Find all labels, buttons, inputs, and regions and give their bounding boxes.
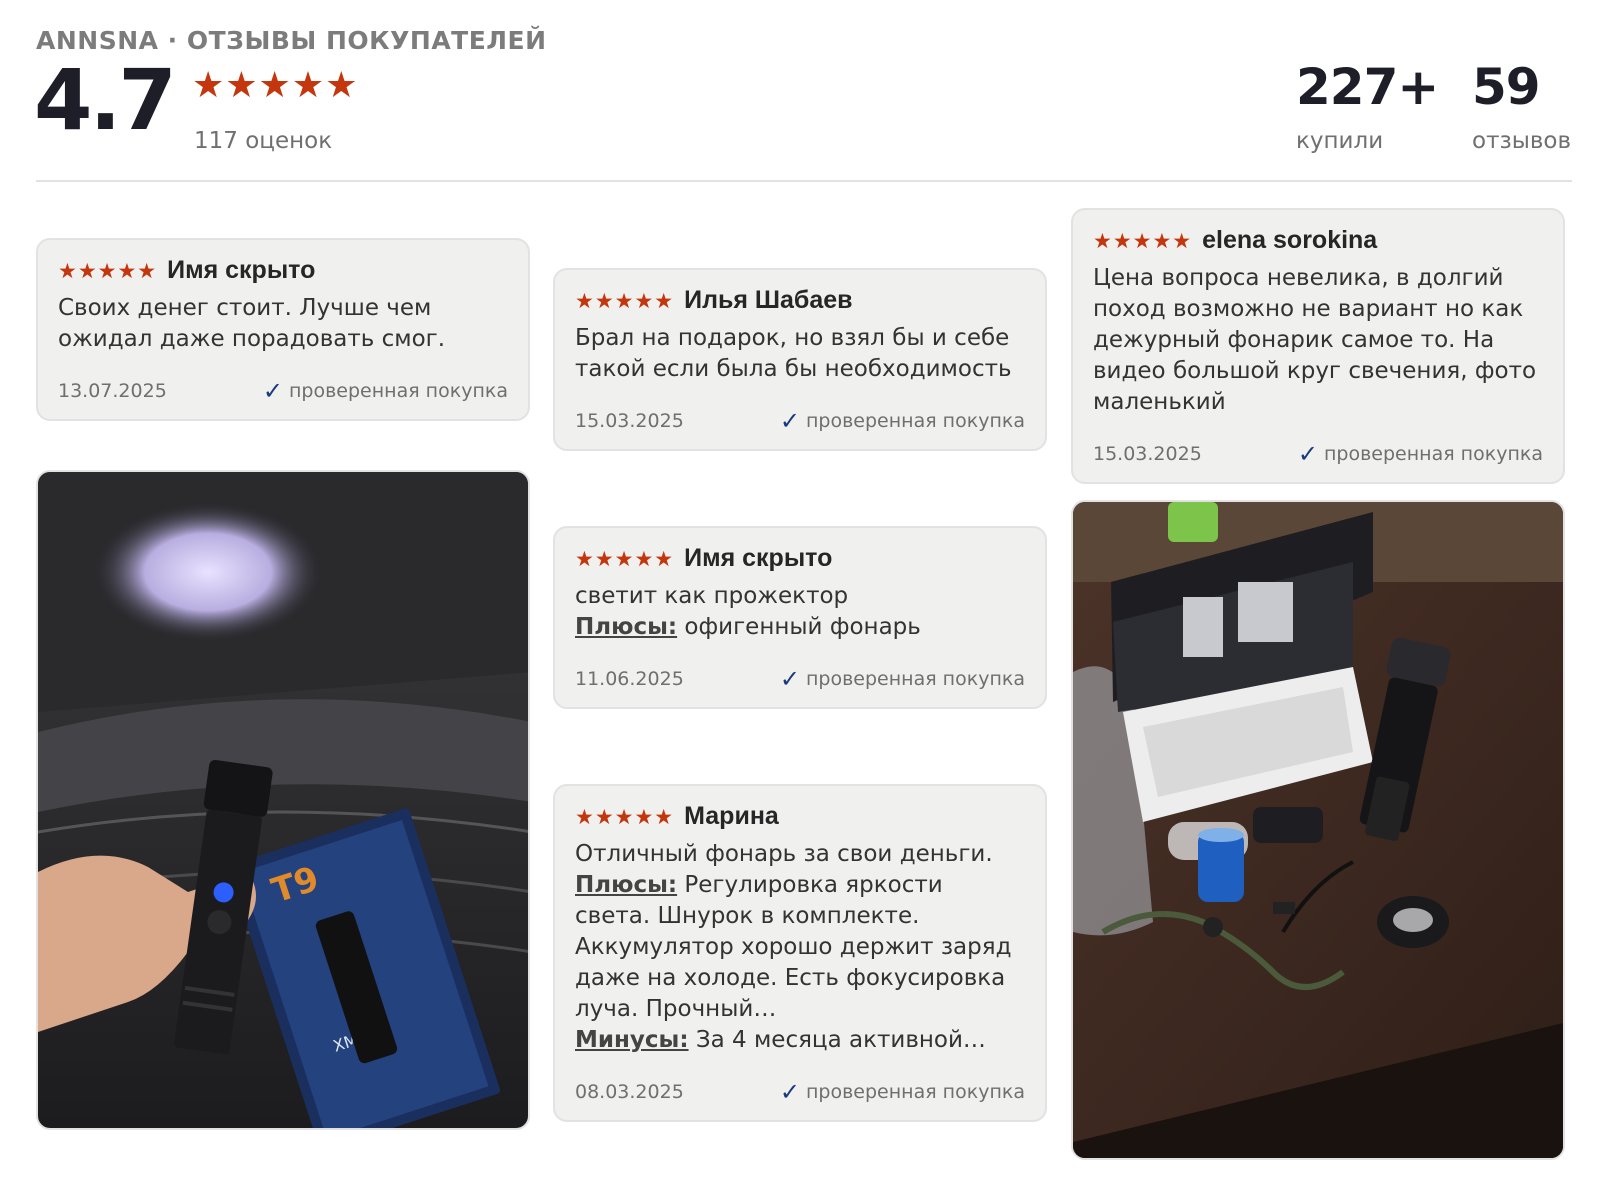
- review-stars: ★★★★★: [575, 546, 675, 571]
- verified-label: проверенная покупка: [805, 1081, 1025, 1103]
- review-stars: ★★★★★: [575, 804, 675, 829]
- review-text: светит как прожектор: [575, 583, 849, 609]
- review-photo-flashlight-kit[interactable]: [1071, 500, 1565, 1160]
- verified-label: проверенная покупка: [1323, 443, 1543, 465]
- pros-label: Плюсы:: [575, 872, 678, 898]
- review-card[interactable]: ★★★★★ Марина Отличный фонарь за свои ден…: [553, 784, 1047, 1122]
- review-card[interactable]: ★★★★★ Имя скрыто светит как прожектор Пл…: [553, 526, 1047, 709]
- review-body: Отличный фонарь за свои деньги. Плюсы: Р…: [575, 839, 1025, 1056]
- review-card[interactable]: ★★★★★ elena sorokina Цена вопроса невели…: [1071, 208, 1565, 484]
- verified-badge: ✓ проверенная покупка: [263, 379, 508, 403]
- reviewer-name: Марина: [684, 802, 779, 830]
- review-stars: ★★★★★: [575, 288, 675, 313]
- verified-label: проверенная покупка: [805, 668, 1025, 690]
- review-body: светит как прожектор Плюсы: офигенный фо…: [575, 581, 1025, 643]
- check-icon: ✓: [1297, 440, 1318, 468]
- check-icon: ✓: [262, 377, 283, 405]
- bought-count: 227+: [1296, 58, 1439, 116]
- review-date: 11.06.2025: [575, 668, 684, 690]
- review-text: Своих денег стоит. Лучше чем ожидал даже…: [58, 295, 446, 352]
- review-date: 15.03.2025: [1093, 443, 1202, 465]
- check-icon: ✓: [779, 665, 800, 693]
- verified-badge: ✓ проверенная покупка: [780, 667, 1025, 691]
- pros-label: Плюсы:: [575, 614, 678, 640]
- review-card[interactable]: ★★★★★ Имя скрыто Своих денег стоит. Лучш…: [36, 238, 530, 421]
- flashlight-car-photo: T9 XML T9: [38, 472, 528, 1128]
- cons-label: Минусы:: [575, 1027, 689, 1053]
- reviews-stat: 59 отзывов: [1472, 62, 1571, 154]
- review-text: Отличный фонарь за свои деньги.: [575, 841, 993, 867]
- check-icon: ✓: [779, 1078, 800, 1106]
- verified-label: проверенная покупка: [805, 410, 1025, 432]
- reviewer-name: elena sorokina: [1202, 226, 1378, 254]
- check-icon: ✓: [779, 407, 800, 435]
- reviewer-name: Имя скрыто: [167, 256, 316, 284]
- reviewer-name: Имя скрыто: [684, 544, 833, 572]
- average-rating: 4.7: [34, 51, 177, 149]
- review-date: 13.07.2025: [58, 380, 167, 402]
- rating-stars: ★★★★★: [192, 65, 359, 106]
- review-text: Цена вопроса невелика, в долгий поход во…: [1093, 265, 1537, 415]
- verified-label: проверенная покупка: [288, 380, 508, 402]
- review-stars: ★★★★★: [58, 258, 158, 283]
- reviews-count: 59: [1472, 58, 1541, 116]
- flashlight-kit-photo: [1073, 502, 1563, 1158]
- review-date: 15.03.2025: [575, 410, 684, 432]
- bought-label: купили: [1296, 128, 1384, 154]
- verified-badge: ✓ проверенная покупка: [780, 409, 1025, 433]
- reviews-label: отзывов: [1472, 128, 1572, 154]
- review-photo-flashlight-car[interactable]: T9 XML T9: [36, 470, 530, 1130]
- review-card[interactable]: ★★★★★ Илья Шабаев Брал на подарок, но вз…: [553, 268, 1047, 451]
- verified-badge: ✓ проверенная покупка: [780, 1080, 1025, 1104]
- cons-text: За 4 месяца активной…: [695, 1027, 986, 1053]
- rating-count: 117 оценок: [194, 128, 333, 154]
- header-divider: [36, 180, 1572, 182]
- review-date: 08.03.2025: [575, 1081, 684, 1103]
- pros-text: офигенный фонарь: [684, 614, 921, 640]
- review-text: Брал на подарок, но взял бы и себе такой…: [575, 325, 1012, 382]
- verified-badge: ✓ проверенная покупка: [1298, 442, 1543, 466]
- reviewer-name: Илья Шабаев: [684, 286, 853, 314]
- review-stars: ★★★★★: [1093, 228, 1193, 253]
- bought-stat: 227+ купили: [1296, 58, 1439, 154]
